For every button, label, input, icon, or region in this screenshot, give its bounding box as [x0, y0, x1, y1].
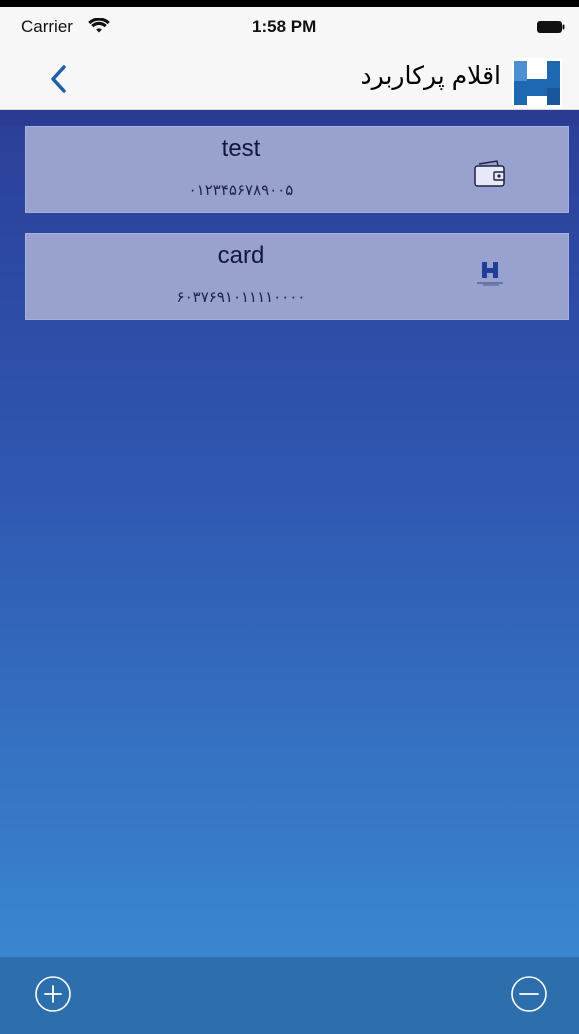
- screen: Carrier 1:58 PM اقلام پرکاربرد test ۰۱۲۳…: [0, 0, 579, 1034]
- back-button[interactable]: [40, 61, 80, 97]
- minus-circle-icon[interactable]: [510, 975, 548, 1013]
- plus-circle-icon[interactable]: [34, 975, 72, 1013]
- status-bar: Carrier 1:58 PM: [0, 7, 579, 47]
- card-name: card: [217, 242, 265, 269]
- battery-icon: [537, 21, 565, 33]
- navigation-bar: اقلام پرکاربرد: [0, 47, 579, 110]
- status-time: 1:58 PM: [252, 17, 317, 36]
- content-top-divider: [0, 110, 579, 125]
- card-item-test[interactable]: test ۰۱۲۳۴۵۶۷۸۹۰۰۵: [25, 126, 569, 213]
- card-name: test: [221, 135, 261, 162]
- card-number: ۰۱۲۳۴۵۶۷۸۹۰۰۵: [188, 182, 294, 199]
- wallet-icon: [474, 160, 505, 187]
- bank-card-icon: [477, 262, 503, 286]
- wifi-icon: [88, 18, 110, 33]
- bottom-toolbar: [0, 957, 579, 1034]
- card-item-card[interactable]: card ۶۰۳۷۶۹۱۰۱۱۱۱۰۰۰۰: [25, 233, 569, 320]
- carrier-label: Carrier: [21, 17, 73, 36]
- card-number: ۶۰۳۷۶۹۱۰۱۱۱۱۰۰۰۰: [176, 289, 306, 306]
- bank-logo-icon: [512, 58, 562, 108]
- top-black-strip: [0, 0, 579, 7]
- page-title: اقلام پرکاربرد: [360, 62, 501, 90]
